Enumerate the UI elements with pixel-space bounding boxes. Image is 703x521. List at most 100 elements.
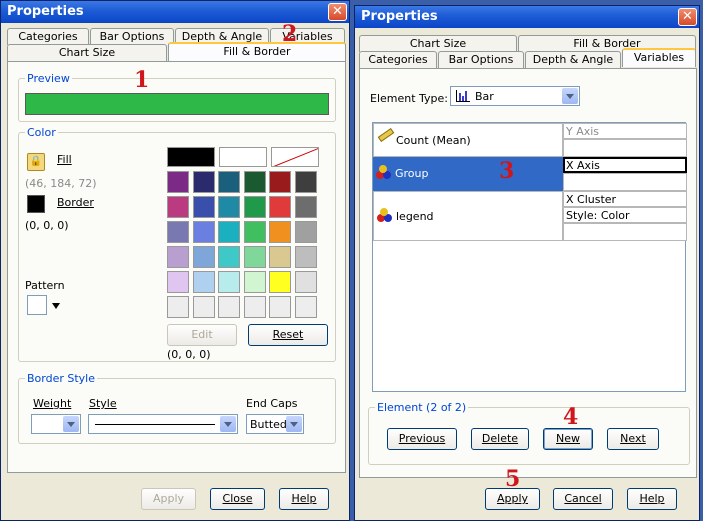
chevron-down-icon[interactable] — [63, 416, 79, 432]
tab-variables[interactable]: Variables — [622, 48, 696, 67]
palette-swatch[interactable] — [294, 221, 317, 243]
palette-swatch[interactable] — [243, 196, 266, 218]
palette-swatch[interactable] — [294, 171, 317, 193]
swatch-white[interactable] — [219, 147, 267, 167]
help-button[interactable]: Help — [279, 488, 329, 510]
palette-swatch[interactable] — [167, 171, 189, 193]
title-bar-right[interactable]: Properties — [355, 6, 699, 28]
swatch-black[interactable] — [167, 147, 215, 167]
palette-swatch[interactable] — [218, 196, 240, 218]
palette-swatch[interactable] — [167, 246, 189, 268]
preview-label: Preview — [25, 72, 72, 85]
tab-depth-angle[interactable]: Depth & Angle — [525, 51, 621, 68]
pattern-swatch[interactable] — [27, 295, 47, 315]
palette-swatch[interactable] — [167, 221, 189, 243]
style-select[interactable] — [88, 414, 238, 434]
element-type-select[interactable]: Bar — [450, 86, 580, 106]
apply-button[interactable]: Apply — [141, 488, 196, 510]
chevron-down-icon[interactable] — [220, 416, 236, 432]
role-cell-empty[interactable] — [563, 173, 687, 191]
variable-row-group[interactable]: Group — [373, 157, 563, 191]
palette-swatch[interactable] — [243, 171, 266, 193]
new-button[interactable]: New — [543, 428, 593, 450]
close-icon[interactable]: ✕ — [678, 8, 697, 26]
palette-swatch[interactable] — [243, 221, 266, 243]
palette-swatch[interactable] — [294, 271, 317, 293]
border-label[interactable]: Border — [57, 196, 94, 209]
chevron-down-icon[interactable] — [286, 416, 302, 432]
palette-swatch[interactable] — [192, 196, 215, 218]
tab-bar-options[interactable]: Bar Options — [438, 51, 524, 68]
palette-swatch[interactable] — [243, 246, 266, 268]
palette-swatch[interactable] — [294, 296, 317, 318]
tab-label: Chart Size — [409, 37, 467, 50]
palette-swatch[interactable] — [218, 296, 240, 318]
palette-swatch[interactable] — [218, 246, 240, 268]
endcaps-label: End Caps — [246, 397, 298, 410]
lock-icon[interactable]: 🔒 — [27, 153, 45, 171]
palette-swatch[interactable] — [269, 296, 291, 318]
palette-swatch[interactable] — [167, 271, 189, 293]
chevron-down-icon[interactable] — [52, 303, 60, 309]
properties-dialog-right: Properties ✕ Chart Size Fill & Border Ca… — [354, 5, 700, 521]
palette-swatch[interactable] — [269, 171, 291, 193]
edit-button[interactable]: Edit — [167, 324, 237, 346]
chevron-down-icon[interactable] — [562, 88, 578, 104]
cancel-button[interactable]: Cancel — [553, 488, 613, 510]
palette-swatch[interactable] — [192, 296, 215, 318]
next-button[interactable]: Next — [607, 428, 659, 450]
role-cell-x-cluster[interactable]: X Cluster — [563, 191, 687, 207]
palette-swatch[interactable] — [269, 271, 291, 293]
endcaps-select[interactable]: Butted — [246, 414, 304, 434]
border-style-group: Border Style Weight Style End Caps Butte… — [18, 372, 336, 444]
palette-swatch[interactable] — [218, 271, 240, 293]
tab-chart-size[interactable]: Chart Size — [359, 35, 517, 52]
role-cell-empty[interactable] — [563, 223, 687, 241]
tab-categories[interactable]: Categories — [7, 28, 89, 45]
swatch-none[interactable] — [271, 147, 319, 167]
preview-swatch — [25, 93, 329, 115]
palette-swatch[interactable] — [218, 171, 240, 193]
palette-swatch[interactable] — [269, 196, 291, 218]
window-title: Properties — [361, 9, 438, 24]
apply-label: Apply — [496, 492, 529, 505]
palette-swatch[interactable] — [294, 196, 317, 218]
role-cell-x-axis[interactable]: X Axis — [563, 157, 687, 173]
tab-categories[interactable]: Categories — [359, 51, 437, 68]
close-button[interactable]: Close — [210, 488, 265, 510]
tab-label: Chart Size — [58, 46, 116, 59]
previous-button[interactable]: Previous — [387, 428, 457, 450]
palette-swatch[interactable] — [243, 296, 266, 318]
tab-label: Variables — [633, 51, 685, 64]
window-title: Properties — [7, 4, 84, 19]
palette-swatch[interactable] — [192, 246, 215, 268]
palette-swatch[interactable] — [192, 171, 215, 193]
title-bar-left[interactable]: Properties — [1, 1, 349, 23]
variable-row-count[interactable]: Count (Mean) — [373, 123, 563, 157]
palette-swatch[interactable] — [192, 271, 215, 293]
delete-button[interactable]: Delete — [471, 428, 529, 450]
weight-select[interactable] — [31, 414, 81, 434]
palette-swatch[interactable] — [243, 271, 266, 293]
tab-fill-border[interactable]: Fill & Border — [168, 42, 346, 61]
palette-swatch[interactable] — [269, 246, 291, 268]
tab-bar-options[interactable]: Bar Options — [90, 28, 174, 45]
palette-swatch[interactable] — [269, 221, 291, 243]
variable-row-legend[interactable]: legend — [373, 191, 563, 241]
palette-swatch[interactable] — [294, 246, 317, 268]
border-color-swatch[interactable] — [27, 195, 45, 213]
palette-swatch[interactable] — [192, 221, 215, 243]
palette-swatch[interactable] — [218, 221, 240, 243]
help-button[interactable]: Help — [627, 488, 677, 510]
close-icon[interactable]: ✕ — [328, 3, 347, 21]
role-cell-style-color[interactable]: Style: Color — [563, 207, 687, 223]
role-cell-empty[interactable] — [563, 139, 687, 157]
help-label: Help — [639, 492, 665, 505]
fill-label[interactable]: Fill — [57, 153, 72, 166]
border-rgb: (0, 0, 0) — [25, 219, 69, 232]
role-cell-y-axis[interactable]: Y Axis — [563, 123, 687, 139]
tab-chart-size[interactable]: Chart Size — [7, 44, 167, 61]
palette-swatch[interactable] — [167, 296, 189, 318]
reset-button[interactable]: Reset — [248, 324, 328, 346]
palette-swatch[interactable] — [167, 196, 189, 218]
